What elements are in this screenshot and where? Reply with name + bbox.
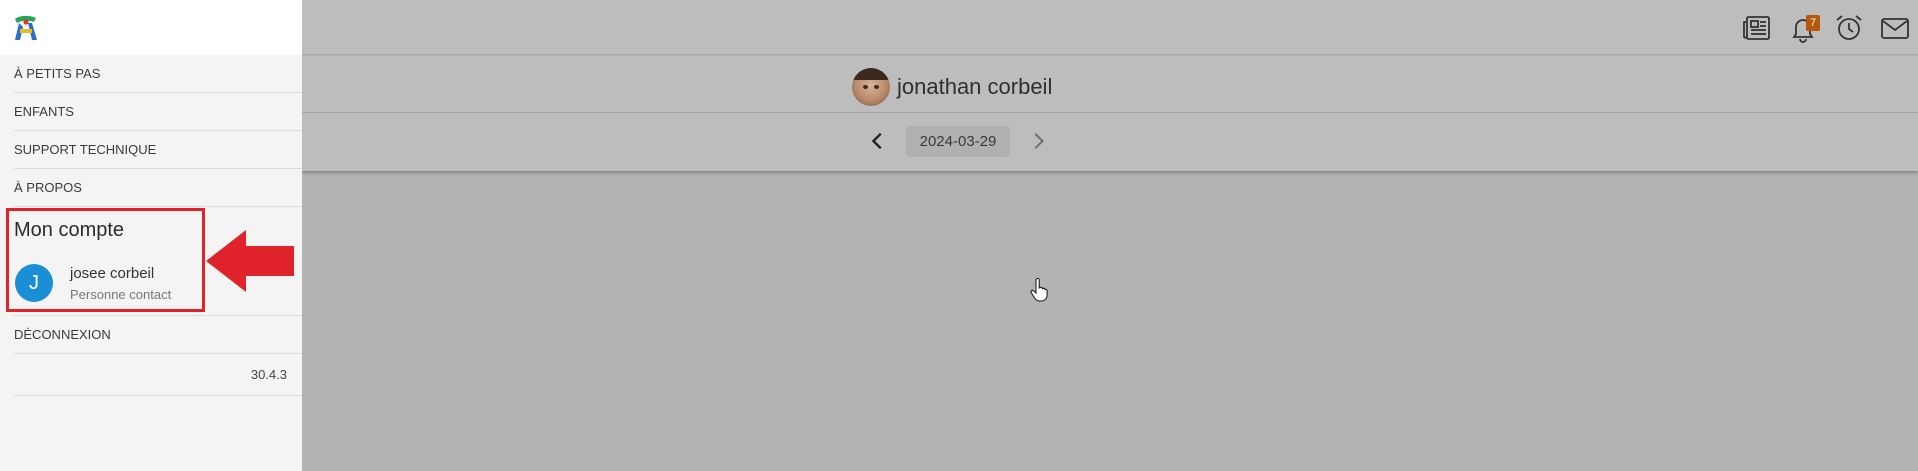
logo-bar	[0, 0, 302, 55]
top-bar: 7	[302, 0, 1918, 55]
top-icon-group: 7	[1734, 0, 1918, 55]
date-navigation: 2024-03-29	[302, 113, 1918, 171]
hand-cursor-icon	[1030, 278, 1048, 302]
logout-button[interactable]: DÉCONNEXION	[14, 316, 302, 354]
child-name: jonathan corbeil	[897, 74, 1053, 99]
newspaper-icon[interactable]	[1734, 5, 1780, 51]
child-avatar	[852, 68, 890, 106]
current-date[interactable]: 2024-03-29	[906, 126, 1010, 157]
alarm-clock-icon[interactable]	[1826, 5, 1872, 51]
child-header: jonathan corbeil	[302, 56, 1918, 113]
app-logo-icon[interactable]	[10, 13, 40, 43]
red-arrow-icon	[206, 230, 294, 292]
menu-item-support-technique[interactable]: SUPPORT TECHNIQUE	[14, 131, 302, 169]
menu-item-a-petits-pas[interactable]: À PETITS PAS	[14, 55, 302, 93]
mail-icon[interactable]	[1872, 5, 1918, 51]
main-content: 7 jonathan corbeil 2024-03-29	[302, 0, 1918, 471]
previous-date-chevron-icon[interactable]	[864, 127, 892, 155]
highlight-box	[6, 208, 205, 312]
notification-bell-icon[interactable]: 7	[1780, 5, 1826, 51]
menu-item-enfants[interactable]: ENFANTS	[14, 93, 302, 131]
app-version: 30.4.3	[14, 354, 302, 396]
child-selector[interactable]: jonathan corbeil	[852, 68, 1052, 106]
next-date-chevron-icon[interactable]	[1024, 127, 1052, 155]
menu-item-a-propos[interactable]: À PROPOS	[14, 169, 302, 207]
notification-count-badge: 7	[1806, 14, 1820, 31]
